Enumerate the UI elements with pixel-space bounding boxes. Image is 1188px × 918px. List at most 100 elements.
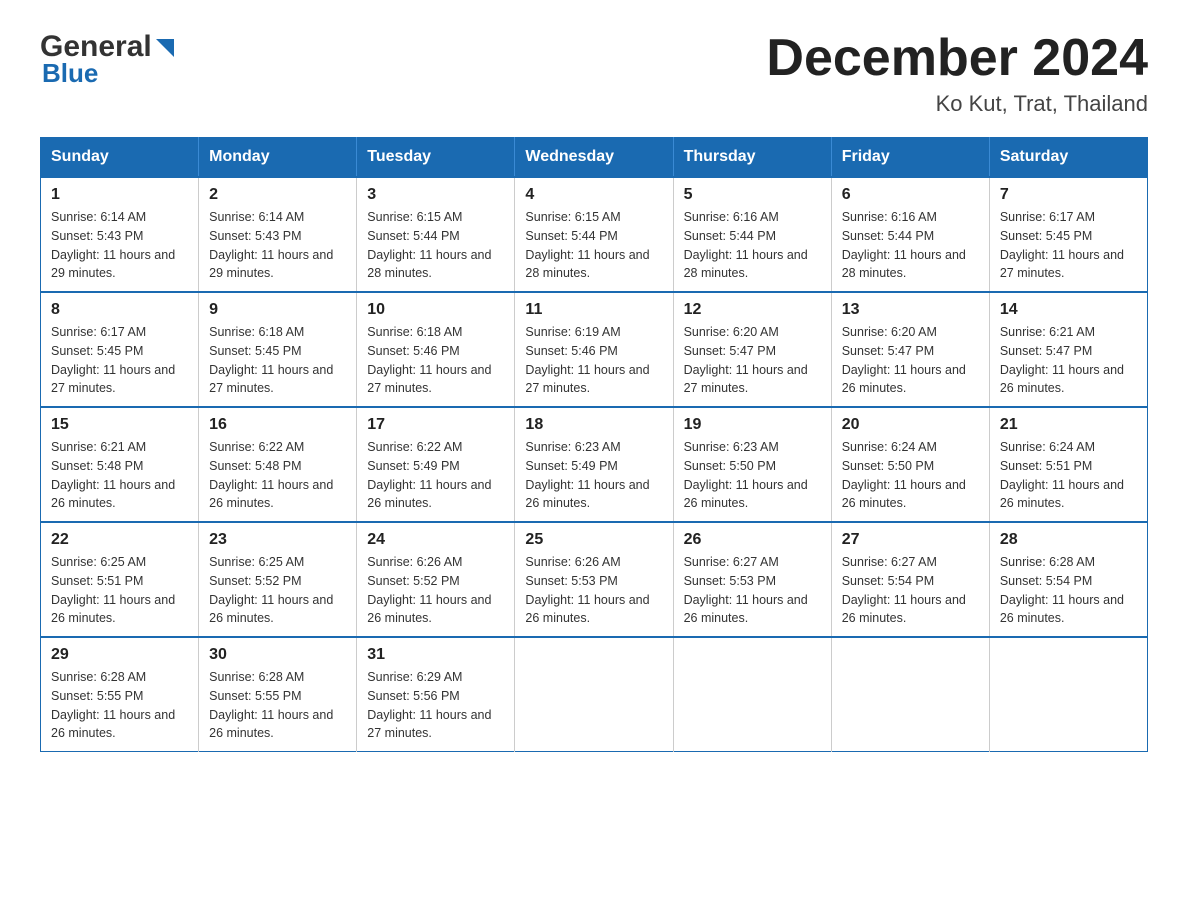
day-cell: 10 Sunrise: 6:18 AMSunset: 5:46 PMDayligh… (357, 292, 515, 407)
day-cell: 21 Sunrise: 6:24 AMSunset: 5:51 PMDayligh… (989, 407, 1147, 522)
day-number: 12 (684, 301, 821, 319)
day-info: Sunrise: 6:25 AMSunset: 5:51 PMDaylight:… (51, 553, 188, 628)
month-title: December 2024 (766, 30, 1148, 87)
logo-blue-text: Blue (42, 58, 98, 89)
day-info: Sunrise: 6:28 AMSunset: 5:54 PMDaylight:… (1000, 553, 1137, 628)
column-header-tuesday: Tuesday (357, 138, 515, 178)
calendar-header-row: SundayMondayTuesdayWednesdayThursdayFrid… (41, 138, 1148, 178)
day-info: Sunrise: 6:21 AMSunset: 5:47 PMDaylight:… (1000, 323, 1137, 398)
day-info: Sunrise: 6:16 AMSunset: 5:44 PMDaylight:… (684, 208, 821, 283)
day-number: 5 (684, 186, 821, 204)
day-info: Sunrise: 6:28 AMSunset: 5:55 PMDaylight:… (51, 668, 188, 743)
week-row-5: 29 Sunrise: 6:28 AMSunset: 5:55 PMDayligh… (41, 637, 1148, 752)
day-cell: 24Sunrise: 6:26 AMSunset: 5:52 PMDayligh… (357, 522, 515, 637)
day-number: 24 (367, 531, 504, 549)
column-header-thursday: Thursday (673, 138, 831, 178)
day-number: 6 (842, 186, 979, 204)
day-cell (515, 637, 673, 752)
day-cell: 14 Sunrise: 6:21 AMSunset: 5:47 PMDayligh… (989, 292, 1147, 407)
day-cell: 26Sunrise: 6:27 AMSunset: 5:53 PMDayligh… (673, 522, 831, 637)
day-info: Sunrise: 6:27 AMSunset: 5:54 PMDaylight:… (842, 553, 979, 628)
day-number: 31 (367, 646, 504, 664)
day-cell (831, 637, 989, 752)
day-number: 7 (1000, 186, 1137, 204)
day-cell: 8 Sunrise: 6:17 AMSunset: 5:45 PMDaylight… (41, 292, 199, 407)
day-cell: 19 Sunrise: 6:23 AMSunset: 5:50 PMDayligh… (673, 407, 831, 522)
location-subtitle: Ko Kut, Trat, Thailand (766, 91, 1148, 117)
day-cell: 2Sunrise: 6:14 AMSunset: 5:43 PMDaylight… (199, 177, 357, 292)
week-row-1: 1 Sunrise: 6:14 AMSunset: 5:43 PMDaylight… (41, 177, 1148, 292)
day-info: Sunrise: 6:25 AMSunset: 5:52 PMDaylight:… (209, 553, 346, 628)
day-cell (673, 637, 831, 752)
column-header-sunday: Sunday (41, 138, 199, 178)
day-number: 17 (367, 416, 504, 434)
day-info: Sunrise: 6:18 AMSunset: 5:45 PMDaylight:… (209, 323, 346, 398)
day-info: Sunrise: 6:27 AMSunset: 5:53 PMDaylight:… (684, 553, 821, 628)
day-info: Sunrise: 6:20 AMSunset: 5:47 PMDaylight:… (842, 323, 979, 398)
day-number: 21 (1000, 416, 1137, 434)
day-number: 13 (842, 301, 979, 319)
day-number: 8 (51, 301, 188, 319)
day-info: Sunrise: 6:17 AMSunset: 5:45 PMDaylight:… (51, 323, 188, 398)
column-header-friday: Friday (831, 138, 989, 178)
calendar-table: SundayMondayTuesdayWednesdayThursdayFrid… (40, 137, 1148, 752)
day-number: 16 (209, 416, 346, 434)
day-cell (989, 637, 1147, 752)
day-cell: 16 Sunrise: 6:22 AMSunset: 5:48 PMDayligh… (199, 407, 357, 522)
day-info: Sunrise: 6:14 AMSunset: 5:43 PMDaylight:… (51, 208, 188, 283)
day-cell: 23Sunrise: 6:25 AMSunset: 5:52 PMDayligh… (199, 522, 357, 637)
day-cell: 31 Sunrise: 6:29 AMSunset: 5:56 PMDayligh… (357, 637, 515, 752)
day-info: Sunrise: 6:17 AMSunset: 5:45 PMDaylight:… (1000, 208, 1137, 283)
day-cell: 28Sunrise: 6:28 AMSunset: 5:54 PMDayligh… (989, 522, 1147, 637)
logo-arrow-icon (154, 37, 176, 59)
column-header-wednesday: Wednesday (515, 138, 673, 178)
day-cell: 12Sunrise: 6:20 AMSunset: 5:47 PMDayligh… (673, 292, 831, 407)
day-number: 11 (525, 301, 662, 319)
day-number: 27 (842, 531, 979, 549)
column-header-monday: Monday (199, 138, 357, 178)
day-number: 29 (51, 646, 188, 664)
day-info: Sunrise: 6:15 AMSunset: 5:44 PMDaylight:… (367, 208, 504, 283)
day-cell: 9 Sunrise: 6:18 AMSunset: 5:45 PMDaylight… (199, 292, 357, 407)
title-block: December 2024 Ko Kut, Trat, Thailand (766, 30, 1148, 117)
day-info: Sunrise: 6:18 AMSunset: 5:46 PMDaylight:… (367, 323, 504, 398)
column-header-saturday: Saturday (989, 138, 1147, 178)
day-cell: 25Sunrise: 6:26 AMSunset: 5:53 PMDayligh… (515, 522, 673, 637)
day-info: Sunrise: 6:14 AMSunset: 5:43 PMDaylight:… (209, 208, 346, 283)
day-cell: 27 Sunrise: 6:27 AMSunset: 5:54 PMDayligh… (831, 522, 989, 637)
day-cell: 6 Sunrise: 6:16 AMSunset: 5:44 PMDaylight… (831, 177, 989, 292)
day-cell: 4Sunrise: 6:15 AMSunset: 5:44 PMDaylight… (515, 177, 673, 292)
day-number: 15 (51, 416, 188, 434)
day-info: Sunrise: 6:23 AMSunset: 5:50 PMDaylight:… (684, 438, 821, 513)
day-number: 9 (209, 301, 346, 319)
day-cell: 20 Sunrise: 6:24 AMSunset: 5:50 PMDayligh… (831, 407, 989, 522)
day-info: Sunrise: 6:23 AMSunset: 5:49 PMDaylight:… (525, 438, 662, 513)
day-cell: 5 Sunrise: 6:16 AMSunset: 5:44 PMDaylight… (673, 177, 831, 292)
day-info: Sunrise: 6:24 AMSunset: 5:51 PMDaylight:… (1000, 438, 1137, 513)
week-row-4: 22 Sunrise: 6:25 AMSunset: 5:51 PMDayligh… (41, 522, 1148, 637)
day-info: Sunrise: 6:22 AMSunset: 5:48 PMDaylight:… (209, 438, 346, 513)
day-info: Sunrise: 6:21 AMSunset: 5:48 PMDaylight:… (51, 438, 188, 513)
week-row-3: 15 Sunrise: 6:21 AMSunset: 5:48 PMDayligh… (41, 407, 1148, 522)
day-info: Sunrise: 6:15 AMSunset: 5:44 PMDaylight:… (525, 208, 662, 283)
day-info: Sunrise: 6:16 AMSunset: 5:44 PMDaylight:… (842, 208, 979, 283)
day-cell: 11 Sunrise: 6:19 AMSunset: 5:46 PMDayligh… (515, 292, 673, 407)
day-cell: 1 Sunrise: 6:14 AMSunset: 5:43 PMDaylight… (41, 177, 199, 292)
day-number: 25 (525, 531, 662, 549)
day-number: 3 (367, 186, 504, 204)
day-number: 20 (842, 416, 979, 434)
day-number: 1 (51, 186, 188, 204)
day-number: 14 (1000, 301, 1137, 319)
day-info: Sunrise: 6:22 AMSunset: 5:49 PMDaylight:… (367, 438, 504, 513)
logo: General Blue (40, 30, 176, 89)
day-number: 19 (684, 416, 821, 434)
day-number: 10 (367, 301, 504, 319)
day-cell: 7 Sunrise: 6:17 AMSunset: 5:45 PMDaylight… (989, 177, 1147, 292)
page-header: General Blue December 2024 Ko Kut, Trat,… (40, 30, 1148, 117)
day-cell: 13 Sunrise: 6:20 AMSunset: 5:47 PMDayligh… (831, 292, 989, 407)
day-info: Sunrise: 6:24 AMSunset: 5:50 PMDaylight:… (842, 438, 979, 513)
day-cell: 17 Sunrise: 6:22 AMSunset: 5:49 PMDayligh… (357, 407, 515, 522)
day-info: Sunrise: 6:29 AMSunset: 5:56 PMDaylight:… (367, 668, 504, 743)
day-number: 22 (51, 531, 188, 549)
day-info: Sunrise: 6:19 AMSunset: 5:46 PMDaylight:… (525, 323, 662, 398)
